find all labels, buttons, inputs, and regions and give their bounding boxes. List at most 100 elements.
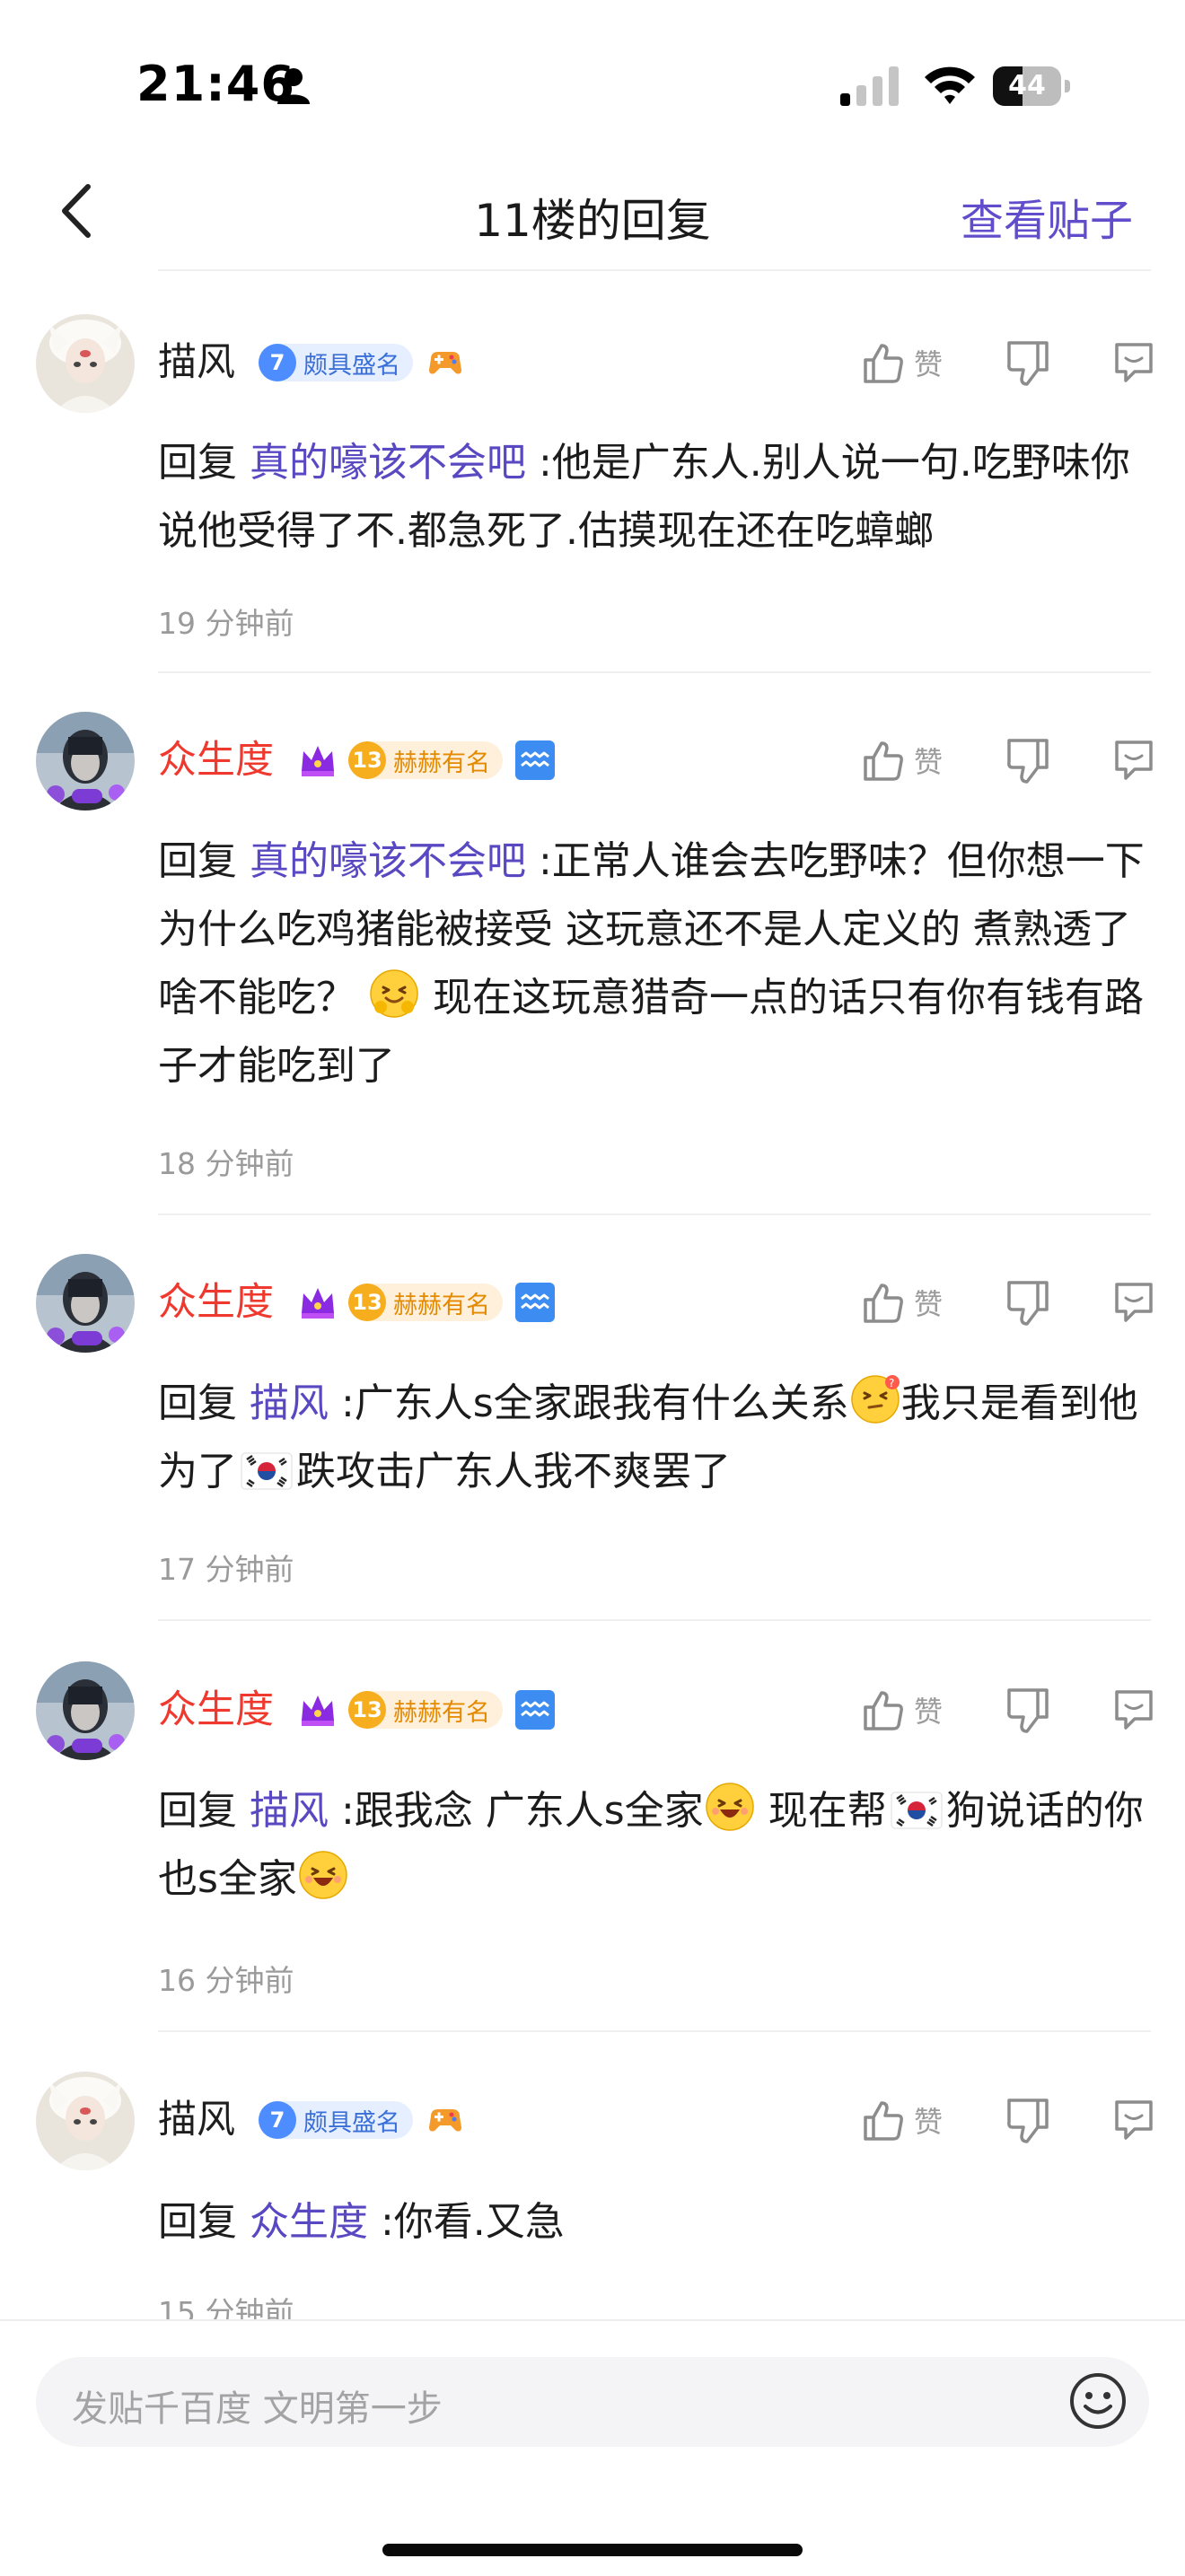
comment-divider: [158, 671, 1151, 673]
avatar[interactable]: [36, 2072, 135, 2170]
comment-text-segment: 回复: [158, 2199, 250, 2245]
thumbs-down-icon[interactable]: [1005, 1279, 1050, 1327]
avatar[interactable]: [36, 712, 135, 810]
comment-text-segment: 跌攻击广东人我不爽罢了: [296, 1449, 731, 1494]
comment-text-segment: 回复: [158, 1380, 250, 1426]
comment-text-segment: :你看.又急: [368, 2199, 565, 2245]
level-title: 赫赫有名: [393, 749, 490, 777]
thumbs-down-icon[interactable]: [1005, 339, 1050, 388]
status-bar: 21:46 44: [0, 0, 1185, 153]
korea-flag-icon: [241, 1452, 293, 1490]
level-number: 7: [259, 2101, 296, 2139]
thumbs-up-icon: [864, 1284, 903, 1323]
username[interactable]: 众生度: [158, 1279, 274, 1326]
comment-text-segment: 回复: [158, 838, 250, 884]
level-badge: 13 赫赫有名: [348, 741, 503, 779]
mention-link[interactable]: 描风: [250, 1380, 329, 1426]
user-badges: 13 赫赫有名: [298, 1279, 555, 1326]
comment-timestamp: 17 分钟前: [158, 1552, 294, 1587]
korea-flag-icon: [891, 1792, 943, 1829]
username[interactable]: 众生度: [158, 1687, 274, 1733]
home-indicator: [382, 2544, 803, 2556]
comment-divider: [158, 1214, 1151, 1215]
username[interactable]: 描风: [158, 339, 235, 386]
aquarius-icon: [515, 1283, 555, 1322]
emoji-icon[interactable]: [1068, 2371, 1128, 2431]
thumbs-up-icon: [864, 741, 903, 781]
username[interactable]: 众生度: [158, 737, 274, 784]
level-title: 赫赫有名: [393, 1291, 490, 1319]
user-badges: 7 颇具盛名: [259, 2097, 465, 2143]
thumbs-down-icon[interactable]: [1005, 1687, 1050, 1735]
bottom-bar: 发贴千百度 文明第一步: [0, 2319, 1185, 2576]
mention-link[interactable]: 众生度: [250, 2199, 368, 2245]
comment-text-segment: 现在帮: [755, 1788, 887, 1834]
like-label: 赞: [914, 1695, 944, 1729]
mention-link[interactable]: 描风: [250, 1788, 329, 1834]
comment-actions: 赞: [862, 2093, 1158, 2147]
reply-comment-icon[interactable]: [1111, 339, 1156, 384]
reply-input-placeholder: 发贴千百度 文明第一步: [72, 2388, 443, 2430]
comment-text: 回复 真的嚎该不会吧 :正常人谁会去吃野味？但你想一下 为什么吃鸡猪能被接受 这…: [158, 828, 1154, 1100]
thumbs-down-icon[interactable]: [1005, 2097, 1050, 2145]
comment-text: 回复 众生度 :你看.又急: [158, 2188, 1154, 2256]
level-number: 7: [259, 344, 296, 381]
crown-icon: [302, 1288, 334, 1319]
mention-link[interactable]: 真的嚎该不会吧: [250, 440, 526, 486]
comment-text-segment: 回复: [158, 440, 250, 486]
comment-text: 回复 描风 :广东人s全家跟我有什么关系 ? 我只是看到他为了 跌攻击广东人我不…: [158, 1370, 1154, 1506]
reply-input[interactable]: 发贴千百度 文明第一步: [36, 2357, 1149, 2447]
reply-comment-icon[interactable]: [1111, 1279, 1156, 1324]
cellular-signal-icon: [840, 66, 899, 106]
level-number: 13: [348, 741, 386, 779]
nav-bar: 11楼的回复 查看贴子: [0, 153, 1185, 269]
aquarius-icon: [515, 740, 555, 780]
like-button[interactable]: 赞: [862, 1275, 962, 1329]
comment-actions: 赞: [862, 1683, 1158, 1737]
comment-actions: 赞: [862, 336, 1158, 390]
comment-text-segment: :跟我念 广东人s全家: [329, 1788, 704, 1834]
comment-actions: 赞: [862, 733, 1158, 787]
like-button[interactable]: 赞: [862, 2093, 962, 2147]
thumbs-up-icon: [864, 2101, 903, 2141]
reply-comment-icon[interactable]: [1111, 1687, 1156, 1731]
comment-divider: [158, 2030, 1151, 2032]
like-label: 赞: [914, 1287, 944, 1321]
comment-text-segment: :广东人s全家跟我有什么关系: [329, 1380, 849, 1426]
comment-text: 回复 真的嚎该不会吧 :他是广东人.别人说一句.吃野味你说他受得了不.都急死了.…: [158, 429, 1154, 565]
battery-indicator: 44: [993, 66, 1070, 106]
user-badges: 7 颇具盛名: [259, 339, 465, 386]
mention-link[interactable]: 真的嚎该不会吧: [250, 838, 526, 884]
view-post-link[interactable]: 查看贴子: [961, 185, 1133, 248]
reply-comment-icon[interactable]: [1111, 737, 1156, 782]
like-label: 赞: [914, 2105, 944, 2139]
thumbs-down-icon[interactable]: [1005, 737, 1050, 785]
gamepad-icon: [429, 2109, 461, 2132]
level-badge: 7 颇具盛名: [259, 2101, 413, 2139]
level-badge: 13 赫赫有名: [348, 1691, 503, 1729]
comment-text-segment: 回复: [158, 1788, 250, 1834]
username[interactable]: 描风: [158, 2097, 235, 2143]
comment-actions: 赞: [862, 1275, 1158, 1329]
aquarius-icon: [515, 1690, 555, 1730]
like-label: 赞: [914, 347, 944, 381]
svg-text:?: ?: [889, 1377, 894, 1389]
header-divider: [158, 269, 1151, 271]
reply-comment-icon[interactable]: [1111, 2097, 1156, 2142]
person-icon: [277, 68, 310, 104]
avatar[interactable]: [36, 314, 135, 413]
comment-timestamp: 16 分钟前: [158, 1963, 294, 1998]
like-button[interactable]: 赞: [862, 733, 962, 787]
like-button[interactable]: 赞: [862, 336, 962, 390]
thumbs-up-icon: [864, 344, 903, 383]
crown-icon: [302, 746, 334, 776]
comment-divider: [158, 1619, 1151, 1621]
squint-emoji: [705, 1783, 754, 1831]
like-button[interactable]: 赞: [862, 1683, 962, 1737]
avatar[interactable]: [36, 1661, 135, 1760]
level-number: 13: [348, 1691, 386, 1729]
comment-timestamp: 19 分钟前: [158, 606, 294, 641]
level-badge: 13 赫赫有名: [348, 1284, 503, 1321]
hug-emoji: [370, 969, 418, 1018]
avatar[interactable]: [36, 1254, 135, 1353]
